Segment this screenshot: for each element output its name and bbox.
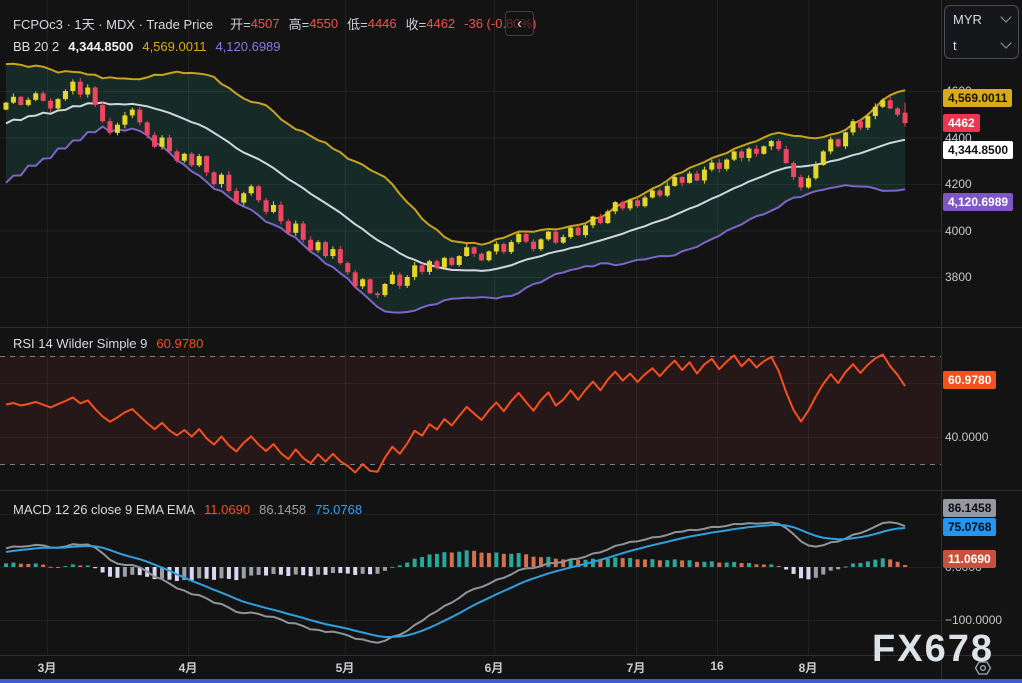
price-axis-badge: 4,120.6989 xyxy=(943,193,1013,211)
chevron-down-icon xyxy=(1000,11,1011,22)
price-axis-badge: 4,344.8500 xyxy=(943,141,1013,159)
bb-title[interactable]: BB 20 2 xyxy=(13,39,59,54)
ohlc-close: 收=4462 xyxy=(406,14,456,33)
time-axis-label: 4月 xyxy=(179,659,198,676)
collapse-legend-button[interactable]: ‹ xyxy=(505,11,534,36)
time-axis-label: 7月 xyxy=(627,659,646,676)
price-axis-badge: 4462 xyxy=(943,114,980,132)
macd-hist-value: 11.0690 xyxy=(204,502,250,517)
pane-separator[interactable] xyxy=(0,490,1022,491)
macd-axis-badge: 11.0690 xyxy=(943,550,996,568)
currency-dropdown[interactable]: MYR xyxy=(945,6,1018,32)
price-axis-tick: 4000 xyxy=(945,224,972,238)
unit-label: t xyxy=(953,38,957,53)
price-axis-tick: 3800 xyxy=(945,270,972,284)
pane-separator[interactable] xyxy=(0,327,1022,328)
currency-label: MYR xyxy=(953,12,982,27)
ohlc-open: 开=4507 xyxy=(230,14,280,33)
main-legend[interactable]: FCPOc3 · 1天 · MDX · Trade Price 开=4507 高… xyxy=(13,14,536,33)
macd-title[interactable]: MACD 12 26 close 9 EMA EMA xyxy=(13,502,195,517)
macd-legend[interactable]: MACD 12 26 close 9 EMA EMA 11.0690 86.14… xyxy=(13,502,362,517)
macd-axis-tick: −100.0000 xyxy=(945,613,1002,627)
macd-axis-badge: 86.1458 xyxy=(943,499,996,517)
loading-bar xyxy=(0,679,1022,683)
symbol-title[interactable]: FCPOc3 · 1天 · MDX · Trade Price xyxy=(13,14,213,33)
ohlc-low: 低=4446 xyxy=(347,14,397,33)
ohlc-high: 高=4550 xyxy=(289,14,339,33)
watermark: FX678 xyxy=(872,628,994,671)
trading-chart-app: FCPOc3 · 1天 · MDX · Trade Price 开=4507 高… xyxy=(0,0,1022,683)
time-axis-border xyxy=(0,655,1022,656)
time-axis-label: 6月 xyxy=(485,659,504,676)
time-axis-label: 16 xyxy=(710,659,723,673)
ohlc-group: 开=4507 高=4550 低=4446 收=4462 -36 (-0.80%) xyxy=(230,14,536,33)
rsi-axis-badge: 60.9780 xyxy=(943,371,996,389)
bb-lower-value: 4,120.6989 xyxy=(215,39,280,54)
bb-legend[interactable]: BB 20 2 4,344.8500 4,569.0011 4,120.6989 xyxy=(13,39,281,54)
chevron-down-icon xyxy=(1000,37,1011,48)
unit-dropdown[interactable]: t xyxy=(945,32,1018,58)
time-axis-label: 8月 xyxy=(799,659,818,676)
rsi-axis-tick: 40.0000 xyxy=(945,430,988,444)
price-axis-badge: 4,569.0011 xyxy=(943,89,1012,107)
time-axis-label: 5月 xyxy=(336,659,355,676)
currency-unit-selector: MYR t xyxy=(944,5,1019,59)
bb-upper-value: 4,569.0011 xyxy=(142,39,206,54)
bb-basis-value: 4,344.8500 xyxy=(68,39,133,54)
macd-line-value: 86.1458 xyxy=(259,502,306,517)
macd-signal-value: 75.0768 xyxy=(315,502,362,517)
chevron-left-icon: ‹ xyxy=(517,15,522,32)
rsi-title[interactable]: RSI 14 Wilder Simple 9 xyxy=(13,336,147,351)
macd-axis-badge: 75.0768 xyxy=(943,518,996,536)
price-axis-tick: 4200 xyxy=(945,177,972,191)
time-axis-label: 3月 xyxy=(38,659,57,676)
price-axis-border xyxy=(941,0,942,679)
rsi-value: 60.9780 xyxy=(156,336,203,351)
rsi-legend[interactable]: RSI 14 Wilder Simple 9 60.9780 xyxy=(13,336,203,351)
